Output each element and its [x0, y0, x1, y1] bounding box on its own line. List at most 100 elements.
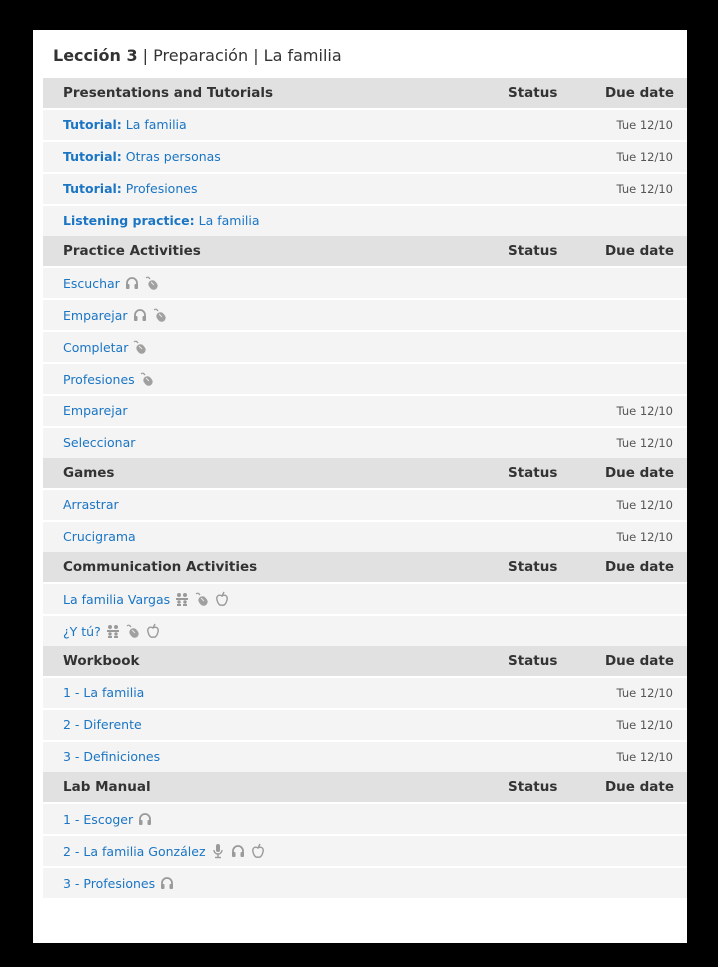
activity-link[interactable]: 1 - La familia	[63, 685, 144, 700]
activities-table: Presentations and Tutorials Status Due dat…	[43, 78, 687, 898]
activity-row: Emparejar Tue 12/10	[43, 394, 687, 426]
activity-row: Profesiones	[43, 362, 687, 394]
due-date: Tue 12/10	[616, 498, 673, 512]
status-column-header: Status	[508, 559, 558, 575]
section-header-presentations-and-tutorials: Presentations and Tutorials Status Due dat…	[43, 78, 687, 108]
activity-title: Emparejar	[63, 403, 128, 418]
activity-title: 1 - La familia	[63, 685, 145, 700]
activity-row: Tutorial: Profesiones Tue 12/10	[43, 172, 687, 204]
activity-row: 3 - Definiciones Tue 12/10	[43, 740, 687, 772]
activity-row: 1 - Escoger	[43, 802, 687, 834]
activity-title: Profesiones	[121, 181, 198, 196]
page-title: Lección 3 | Preparación | La familia	[53, 46, 342, 65]
status-column-header: Status	[508, 85, 558, 101]
due-date: Tue 12/10	[616, 404, 673, 418]
activity-title: 1 - Escoger	[63, 811, 134, 827]
activity-row: La familia Vargas	[43, 582, 687, 614]
activity-row: Crucigrama Tue 12/10	[43, 520, 687, 552]
activity-title: Seleccionar	[63, 435, 136, 450]
activity-title: Otras personas	[121, 149, 221, 164]
activity-row: Tutorial: Otras personas Tue 12/10	[43, 140, 687, 172]
apple-icon	[250, 843, 266, 859]
mouse-icon	[194, 591, 210, 607]
section-header-workbook: Workbook Status Due date	[43, 646, 687, 676]
activity-row: 1 - La familia Tue 12/10	[43, 676, 687, 708]
section-title: Lab Manual	[63, 779, 151, 795]
due-date-column-header: Due date	[604, 653, 674, 669]
activity-title: La familia	[194, 213, 260, 228]
due-date-column-header: Due date	[604, 85, 674, 101]
due-date: Tue 12/10	[616, 436, 673, 450]
activity-title: 2 - Diferente	[63, 717, 142, 732]
activity-link[interactable]: Emparejar	[63, 403, 128, 418]
mouse-icon	[125, 623, 141, 639]
activity-title: Arrastrar	[63, 497, 119, 512]
activity-title: ¿Y tú?	[63, 623, 101, 639]
due-date: Tue 12/10	[616, 718, 673, 732]
activity-link[interactable]: Profesiones	[63, 371, 155, 387]
activity-row: 2 - La familia González	[43, 834, 687, 866]
section-header-communication-activities: Communication Activities Status Due date	[43, 552, 687, 582]
lesson-panel: Lección 3 | Preparación | La familia Pre…	[33, 30, 687, 943]
due-date-column-header: Due date	[604, 559, 674, 575]
section-title: Presentations and Tutorials	[63, 85, 273, 101]
activity-title: Escuchar	[63, 275, 120, 291]
activity-title: 3 - Definiciones	[63, 749, 161, 764]
microphone-icon	[210, 843, 226, 859]
activity-link[interactable]: ¿Y tú?	[63, 623, 161, 639]
activity-title: La familia	[121, 117, 187, 132]
activity-row: 2 - Diferente Tue 12/10	[43, 708, 687, 740]
activity-link[interactable]: Escuchar	[63, 275, 160, 291]
due-date-column-header: Due date	[604, 779, 674, 795]
activity-link[interactable]: Emparejar	[63, 307, 168, 323]
due-date: Tue 12/10	[616, 118, 673, 132]
activity-link[interactable]: Completar	[63, 339, 148, 355]
activity-link[interactable]: Arrastrar	[63, 497, 119, 512]
activity-row: Listening practice: La familia	[43, 204, 687, 236]
section-title: Games	[63, 465, 115, 481]
activity-link[interactable]: Tutorial: La familia	[63, 117, 187, 132]
activity-title: La familia Vargas	[63, 591, 171, 607]
apple-icon	[145, 623, 161, 639]
activity-title: 2 - La familia González	[63, 843, 206, 859]
activity-link[interactable]: 2 - Diferente	[63, 717, 142, 732]
activity-link[interactable]: 3 - Profesiones	[63, 875, 175, 891]
activity-link[interactable]: Seleccionar	[63, 435, 135, 450]
activity-link[interactable]: Tutorial: Otras personas	[63, 149, 221, 164]
mouse-icon	[132, 339, 148, 355]
activity-title: Profesiones	[63, 371, 135, 387]
activity-row: Tutorial: La familia Tue 12/10	[43, 108, 687, 140]
mouse-icon	[144, 275, 160, 291]
activity-type: Tutorial:	[63, 181, 122, 196]
due-date: Tue 12/10	[616, 182, 673, 196]
activity-row: Completar	[43, 330, 687, 362]
activity-title: Crucigrama	[63, 529, 136, 544]
section-header-games: Games Status Due date	[43, 458, 687, 488]
section-title: Communication Activities	[63, 559, 258, 575]
activity-row: Emparejar	[43, 298, 687, 330]
activity-row: 3 - Profesiones	[43, 866, 687, 898]
headphones-icon	[137, 811, 153, 827]
activity-link[interactable]: 1 - Escoger	[63, 811, 153, 827]
activity-link[interactable]: 3 - Definiciones	[63, 749, 160, 764]
headphones-icon	[132, 307, 148, 323]
apple-icon	[214, 591, 230, 607]
activity-link[interactable]: Listening practice: La familia	[63, 213, 260, 228]
section-header-practice-activities: Practice Activities Status Due date	[43, 236, 687, 266]
headphones-icon	[230, 843, 246, 859]
due-date: Tue 12/10	[616, 530, 673, 544]
activity-link[interactable]: Crucigrama	[63, 529, 136, 544]
status-column-header: Status	[508, 779, 558, 795]
activity-row: Escuchar	[43, 266, 687, 298]
activity-type: Listening practice:	[63, 213, 195, 228]
lesson-part: Preparación	[153, 46, 249, 65]
mouse-icon	[139, 371, 155, 387]
due-date-column-header: Due date	[604, 243, 674, 259]
activity-link[interactable]: La familia Vargas	[63, 591, 230, 607]
activity-link[interactable]: 2 - La familia González	[63, 843, 266, 859]
activity-type: Tutorial:	[63, 149, 122, 164]
group-icon	[174, 591, 190, 607]
section-title: Practice Activities	[63, 243, 201, 259]
activity-link[interactable]: Tutorial: Profesiones	[63, 181, 197, 196]
due-date: Tue 12/10	[616, 150, 673, 164]
